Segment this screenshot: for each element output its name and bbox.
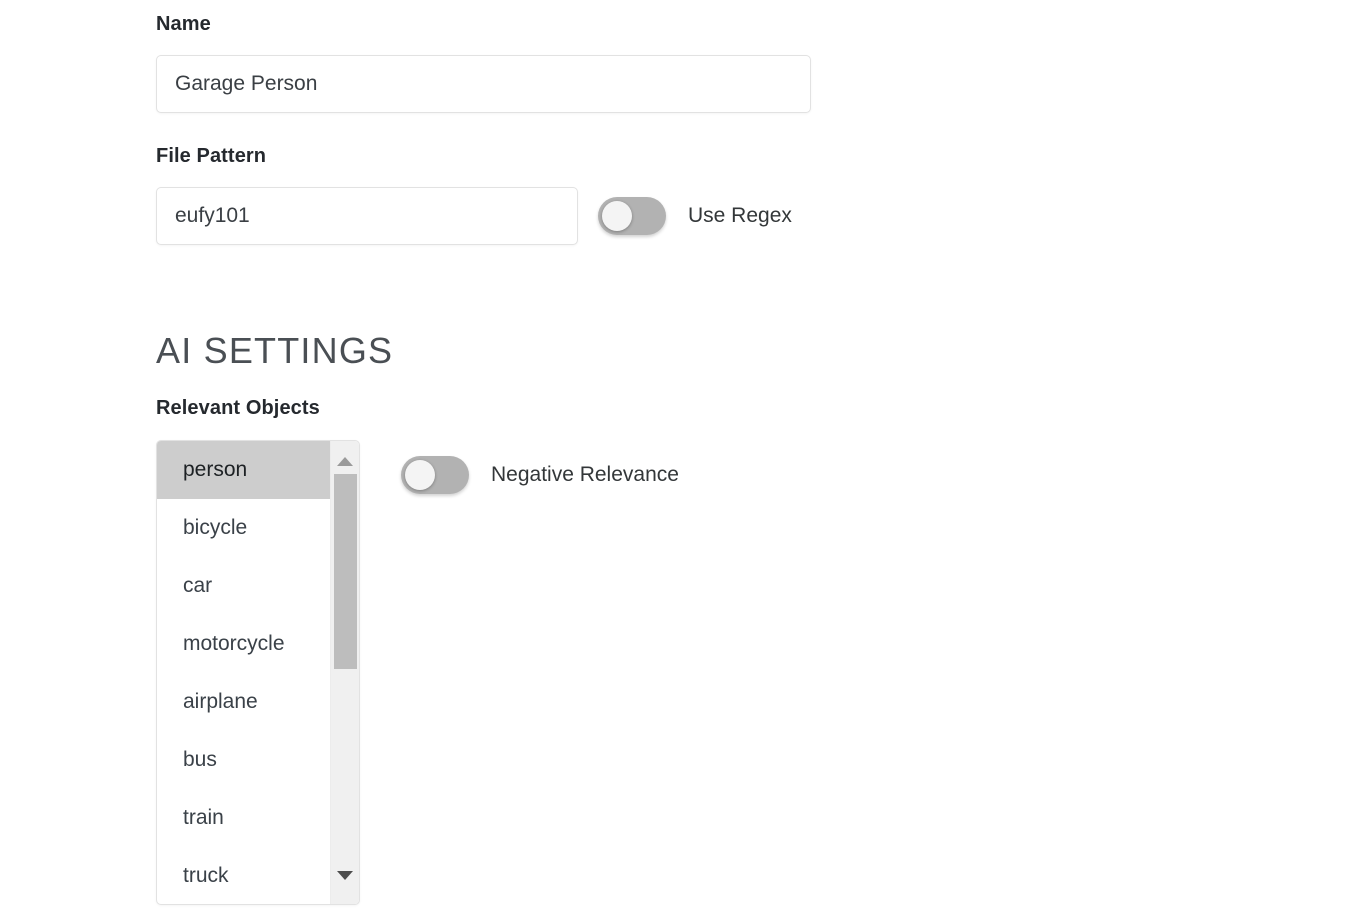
- relevant-objects-group: Relevant Objects person bicycle car moto…: [156, 398, 679, 905]
- use-regex-toggle[interactable]: [598, 197, 666, 235]
- list-item[interactable]: person: [157, 441, 330, 499]
- use-regex-label: Use Regex: [688, 204, 792, 227]
- file-pattern-row: Use Regex: [156, 187, 792, 245]
- file-pattern-input[interactable]: [156, 187, 578, 245]
- name-field-group: Name: [156, 14, 811, 113]
- relevant-objects-listbox[interactable]: person bicycle car motorcycle airplane b…: [156, 440, 360, 905]
- list-item[interactable]: truck: [157, 847, 330, 904]
- negative-relevance-row: Negative Relevance: [401, 456, 679, 494]
- name-label: Name: [156, 13, 211, 35]
- list-item[interactable]: car: [157, 557, 330, 615]
- name-input[interactable]: [156, 55, 811, 113]
- list-item[interactable]: airplane: [157, 673, 330, 731]
- scroll-down-button[interactable]: [331, 861, 359, 890]
- triangle-down-icon: [337, 871, 353, 880]
- listbox-scrollbar[interactable]: [330, 441, 359, 904]
- scrollbar-thumb[interactable]: [334, 474, 357, 669]
- scroll-up-button[interactable]: [331, 447, 359, 476]
- file-pattern-field-group: File Pattern Use Regex: [156, 146, 792, 245]
- relevant-objects-label: Relevant Objects: [156, 397, 320, 419]
- relevant-objects-list: person bicycle car motorcycle airplane b…: [157, 441, 330, 904]
- ai-settings-heading: AI SETTINGS: [156, 330, 394, 371]
- relevant-objects-row: person bicycle car motorcycle airplane b…: [156, 440, 679, 905]
- file-pattern-label: File Pattern: [156, 145, 267, 167]
- negative-relevance-toggle[interactable]: [401, 456, 469, 494]
- list-item[interactable]: train: [157, 789, 330, 847]
- list-item[interactable]: motorcycle: [157, 615, 330, 673]
- triangle-up-icon: [337, 457, 353, 466]
- use-regex-toggle-knob: [602, 201, 632, 231]
- negative-relevance-label: Negative Relevance: [491, 463, 679, 486]
- list-item[interactable]: bus: [157, 731, 330, 789]
- negative-relevance-toggle-knob: [405, 460, 435, 490]
- list-item[interactable]: bicycle: [157, 499, 330, 557]
